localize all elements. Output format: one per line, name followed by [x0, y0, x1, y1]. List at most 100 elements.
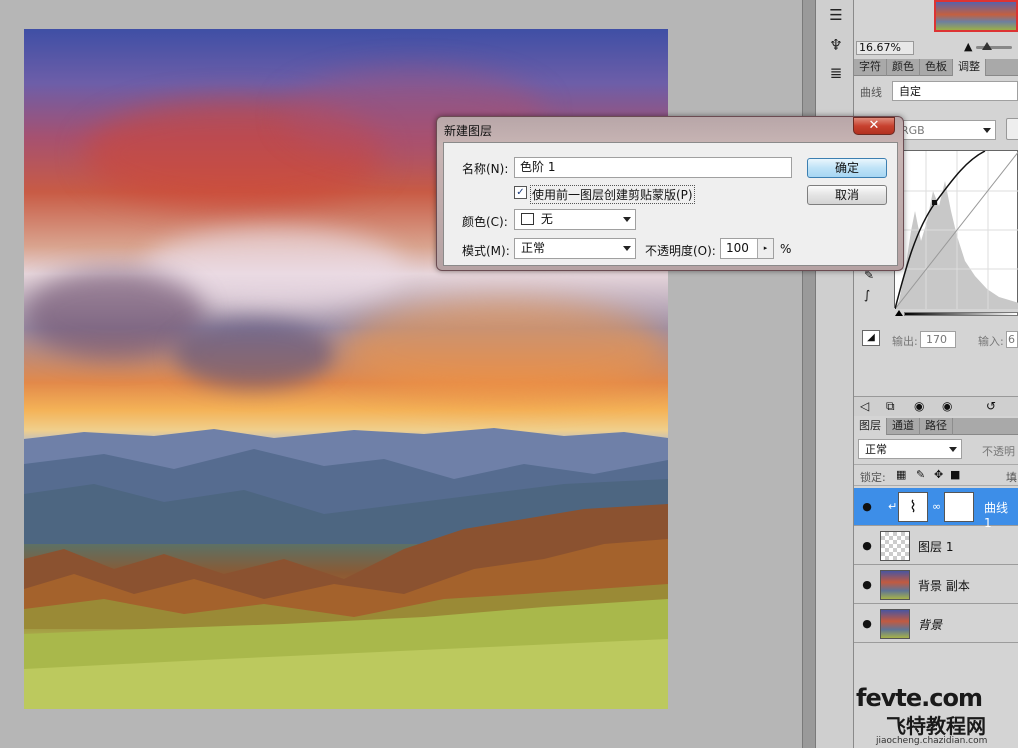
visibility-eye-icon[interactable]: ●	[860, 500, 874, 514]
layer-mask-thumbnail	[944, 492, 974, 522]
adjustments-toolbar: ◁ ⧉ ◉ ◉ ↺	[854, 396, 1018, 416]
watermark-cn: 飞特教程网	[886, 714, 986, 738]
tab-paths[interactable]: 路径	[920, 418, 953, 435]
navigator-zoom-field[interactable]: 16.67%	[856, 41, 914, 55]
layer-name-value: 色阶 1	[520, 160, 556, 174]
clip-mask-checkbox[interactable]: ✓	[514, 186, 527, 199]
layers-tabbar: 图层 通道 路径	[854, 418, 1018, 435]
adjustments-tabbar: 字符 颜色 色板 调整	[854, 59, 1018, 76]
auto-button[interactable]	[1006, 118, 1018, 140]
curves-graph[interactable]	[894, 150, 1018, 310]
tab-character[interactable]: 字符	[854, 59, 887, 76]
visibility-eye-icon[interactable]: ●	[860, 578, 874, 592]
panel-icon-column: ☰ ♆ ≣	[816, 0, 854, 748]
layer-name-input[interactable]: 色阶 1	[514, 157, 792, 178]
zoom-value: 16.67%	[859, 41, 901, 54]
panels-dock: 16.67% ▲ 字符 颜色 色板 调整 曲线 自定 RGB ✎ ∫ ◢ 输出:	[854, 0, 1018, 748]
cloud-shape	[344, 299, 664, 399]
layer-name: 图层 1	[918, 540, 954, 554]
output-label: 输出:	[892, 335, 918, 348]
layer-row[interactable]: ● ↵ ⌇ ∞ 曲线 1	[854, 488, 1018, 530]
expand-view-icon[interactable]: ⧉	[886, 399, 895, 414]
close-icon: ✕	[868, 118, 880, 133]
mode-value: 正常	[521, 241, 546, 255]
chevron-down-icon	[623, 246, 631, 251]
dialog-body: 名称(N): 色阶 1 ✓ 使用前一图层创建剪贴蒙版(P) 颜色(C): 无 模…	[443, 142, 898, 266]
layer-row[interactable]: ● 背景 副本	[854, 566, 1018, 604]
tab-swatches[interactable]: 色板	[920, 59, 953, 76]
lock-transparent-icon[interactable]: ▦	[896, 468, 906, 481]
zoom-slider-thumb[interactable]	[982, 42, 992, 50]
opacity-unit: %	[780, 242, 792, 256]
layer-row[interactable]: ● 背景	[854, 605, 1018, 643]
layer-thumbnail	[880, 531, 910, 561]
layer-opacity-label: 不透明	[982, 445, 1015, 458]
new-layer-dialog: 新建图层 ✕ 名称(N): 色阶 1 ✓ 使用前一图层创建剪贴蒙版(P) 颜色(…	[436, 116, 904, 271]
lock-all-icon[interactable]: ■	[950, 468, 960, 481]
chevron-down-icon	[623, 217, 631, 222]
zoom-out-icon[interactable]: ▲	[964, 40, 972, 53]
color-swatch	[521, 213, 534, 225]
document-workspace	[0, 0, 802, 748]
clip-layer-icon[interactable]: ◉	[914, 399, 924, 413]
input-label: 输入:	[978, 335, 1004, 348]
ok-button[interactable]: 确定	[807, 158, 887, 178]
dialog-title: 新建图层	[444, 124, 493, 138]
brush-preset-icon[interactable]: ♆	[825, 34, 847, 56]
curves-preset-select[interactable]: 自定	[892, 81, 1018, 101]
tab-color[interactable]: 颜色	[887, 59, 920, 76]
blend-mode-value: 正常	[865, 443, 887, 456]
mode-label: 模式(M):	[462, 244, 510, 258]
tab-channels[interactable]: 通道	[887, 418, 920, 435]
input-value: 6	[1008, 333, 1015, 346]
opacity-value: 100	[726, 241, 749, 255]
ok-label: 确定	[834, 161, 859, 175]
input-field[interactable]: 6	[1006, 331, 1018, 348]
visibility-eye-icon[interactable]: ◉	[942, 399, 952, 413]
reset-icon[interactable]: ↺	[986, 399, 996, 413]
layer-thumbnail	[880, 609, 910, 639]
clip-mask-label[interactable]: 使用前一图层创建剪贴蒙版(P)	[530, 185, 695, 204]
output-field[interactable]: 170	[920, 331, 956, 348]
layer-row[interactable]: ● 图层 1	[854, 527, 1018, 565]
panel-collapse-strip[interactable]	[802, 0, 816, 748]
lock-move-icon[interactable]: ✥	[934, 468, 943, 481]
fill-label: 填	[1006, 471, 1017, 484]
watermark-sub: jiaocheng.chazidian.com	[876, 736, 988, 746]
tab-adjustments[interactable]: 调整	[953, 59, 986, 76]
back-arrow-icon[interactable]: ◁	[860, 399, 869, 413]
black-point-slider[interactable]	[895, 310, 903, 316]
lock-row: 锁定: ▦ ✎ ✥ ■ 填	[854, 464, 1018, 486]
color-label: 颜色(C):	[462, 215, 508, 229]
cancel-button[interactable]: 取消	[807, 185, 887, 205]
curve-pencil-icon[interactable]: ∫	[864, 288, 870, 302]
lock-label: 锁定:	[860, 471, 886, 484]
clip-arrow-icon: ↵	[888, 500, 898, 513]
sliders-icon[interactable]: ☰	[825, 4, 847, 26]
mode-select[interactable]: 正常	[514, 238, 636, 259]
visibility-eye-icon[interactable]: ●	[860, 539, 874, 553]
curves-channel-value: RGB	[901, 124, 925, 137]
opacity-stepper-icon[interactable]: ▸	[757, 239, 773, 258]
curves-channel-select[interactable]: RGB	[894, 120, 996, 140]
name-label: 名称(N):	[462, 162, 509, 176]
curves-adjustment-thumbnail: ⌇	[898, 492, 928, 522]
opacity-input[interactable]: 100 ▸	[720, 238, 774, 259]
curves-preset-value: 自定	[899, 85, 921, 98]
close-button[interactable]: ✕	[853, 117, 895, 135]
tab-layers[interactable]: 图层	[854, 418, 887, 435]
cancel-label: 取消	[834, 188, 859, 202]
chevron-down-icon	[983, 128, 991, 133]
visibility-eye-icon[interactable]: ●	[860, 617, 874, 631]
lock-paint-icon[interactable]: ✎	[916, 468, 925, 481]
watermark-logo: fevte.com 飞特教程网 jiaocheng.chazidian.com	[856, 684, 1016, 748]
layer-thumbnail	[880, 570, 910, 600]
blend-mode-select[interactable]: 正常	[858, 439, 962, 459]
curve-adjust-icon[interactable]: ◢	[862, 330, 880, 346]
navigator-thumbnail[interactable]	[934, 0, 1018, 32]
opacity-label: 不透明度(O):	[645, 244, 716, 258]
color-select[interactable]: 无	[514, 209, 636, 230]
list-settings-icon[interactable]: ≣	[825, 62, 847, 84]
layer-name: 背景	[918, 618, 943, 632]
color-value: 无	[540, 212, 553, 226]
